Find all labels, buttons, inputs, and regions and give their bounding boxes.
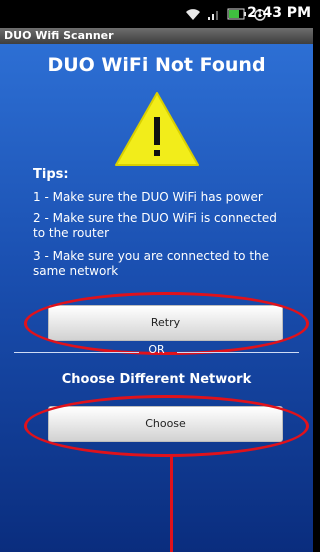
status-bar: 2:43 PM — [0, 0, 313, 28]
app-title-bar: DUO Wifi Scanner — [0, 28, 313, 44]
tip-item-2: 2 - Make sure the DUO WiFi is connected … — [33, 211, 277, 240]
tip-item-1: 1 - Make sure the DUO WiFi has power — [33, 190, 263, 204]
warning-icon — [115, 92, 199, 166]
annotation-pointer-line — [170, 456, 173, 552]
choose-button[interactable]: Choose — [48, 406, 283, 442]
tips-label: Tips: — [33, 167, 69, 182]
app-title: DUO Wifi Scanner — [4, 29, 114, 42]
divider-right — [177, 352, 299, 353]
signal-icon — [208, 11, 218, 20]
page-title: DUO WiFi Not Found — [47, 54, 266, 76]
status-time: 2:43 PM — [247, 5, 311, 21]
battery-icon — [227, 8, 246, 20]
choose-network-heading: Choose Different Network — [61, 372, 252, 387]
retry-button[interactable]: Retry — [48, 305, 283, 341]
main-screen: DUO WiFi Not Found Tips: 1 - Make sure t… — [0, 44, 313, 552]
or-label: OR — [148, 343, 165, 356]
wifi-icon — [186, 9, 200, 20]
tip-item-3: 3 - Make sure you are connected to the s… — [33, 249, 270, 278]
